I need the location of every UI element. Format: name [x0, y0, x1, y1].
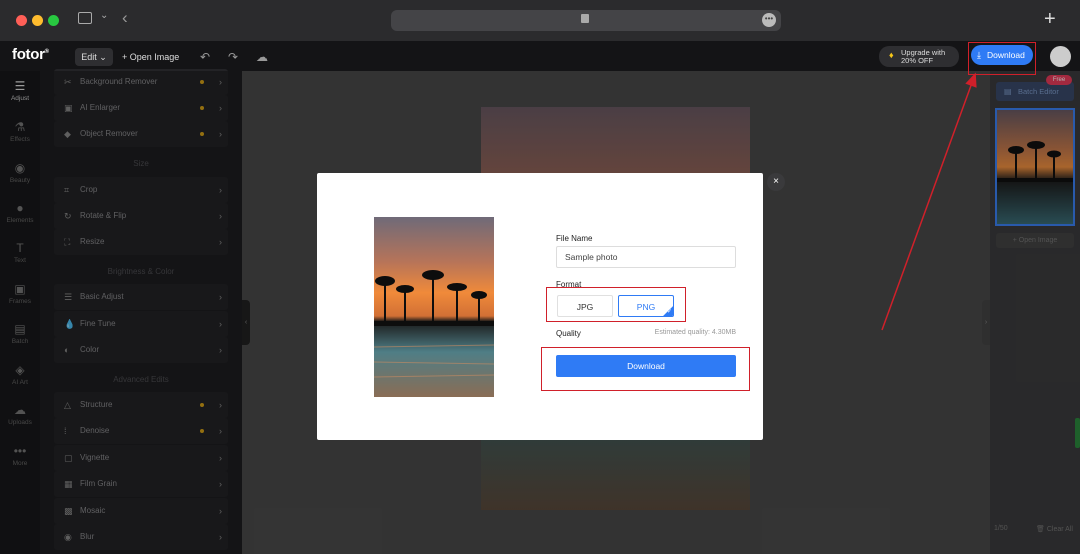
annotation-arrow — [881, 72, 977, 331]
